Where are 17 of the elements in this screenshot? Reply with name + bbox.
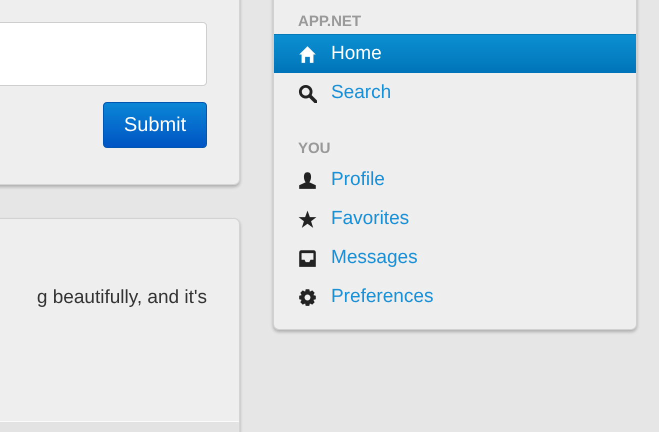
nav-item[interactable]: Messages xyxy=(274,239,636,277)
nav-item[interactable]: Profile xyxy=(274,161,636,199)
post-input-field[interactable] xyxy=(0,22,207,86)
nav-item[interactable]: Preferences xyxy=(274,278,636,316)
search-icon xyxy=(298,84,317,102)
inbox-icon xyxy=(298,248,317,268)
nav-item[interactable]: Favorites xyxy=(274,200,636,238)
section-header: YOU xyxy=(297,139,332,159)
gear-icon xyxy=(298,288,317,306)
submit-button[interactable]: Submit xyxy=(103,102,207,148)
post-text: g beautifully, and it's xyxy=(36,287,207,309)
person-icon xyxy=(298,170,317,190)
nav-item[interactable]: Home xyxy=(274,34,636,73)
section-header: APP.NET xyxy=(297,12,362,32)
home-icon xyxy=(298,44,317,64)
star-icon xyxy=(298,210,317,228)
nav-item[interactable]: Search xyxy=(274,74,636,112)
